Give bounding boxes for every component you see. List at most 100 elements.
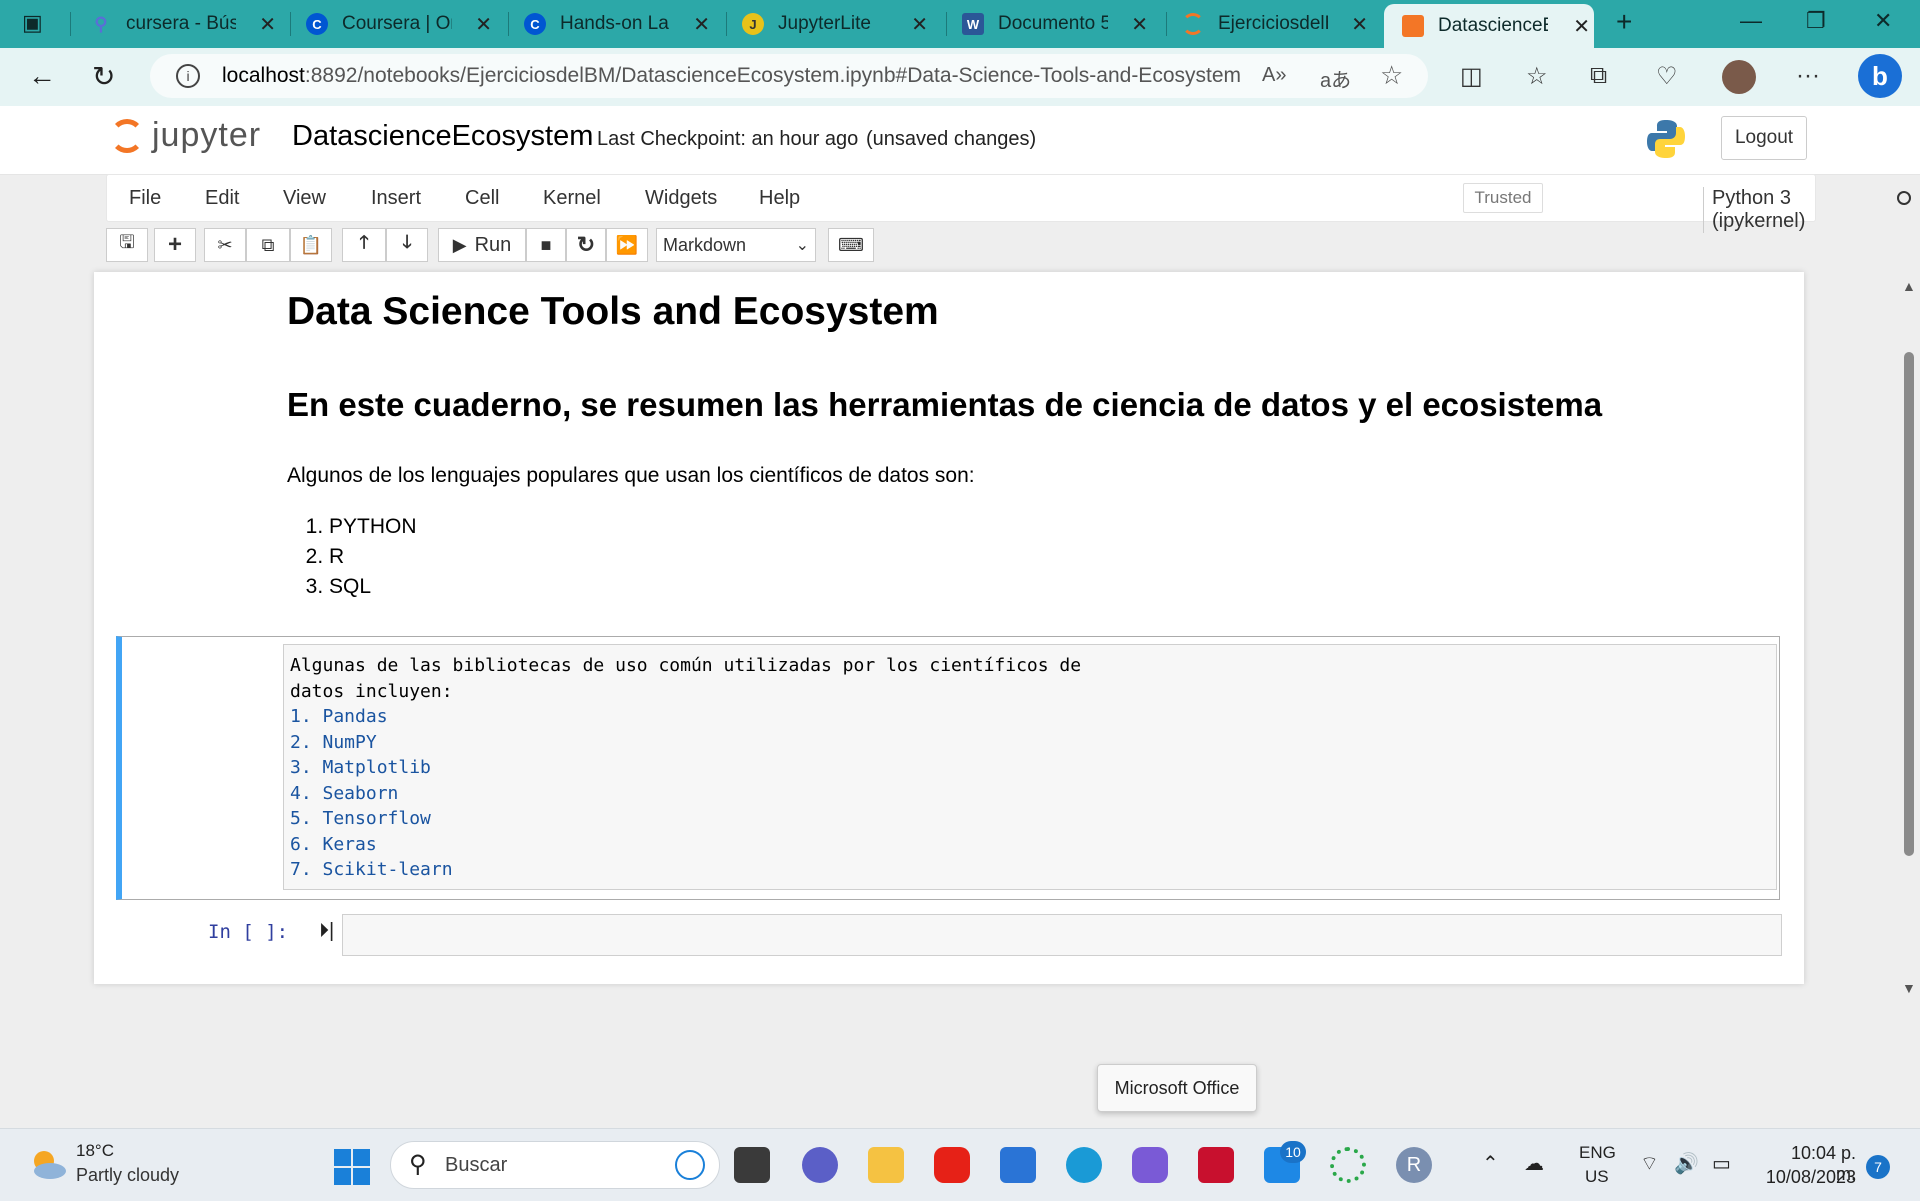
favorite-star-icon[interactable]: ☆ [1380,60,1403,91]
list-item: 5. Tensorflow [290,808,431,829]
weather-condition[interactable]: Partly cloudy [76,1165,179,1186]
task-view-icon[interactable] [734,1147,770,1183]
clock-date[interactable]: 10/08/2023 [1750,1167,1856,1188]
r-app-icon[interactable]: R [1396,1147,1432,1183]
teams-chat-icon[interactable] [802,1147,838,1183]
tab-3[interactable]: J JupyterLite ✕ [742,6,932,42]
jupyter-logo[interactable]: jupyter [110,116,261,155]
move-up-button[interactable]: 🡑 [342,228,386,262]
translate-icon[interactable]: aあ [1320,64,1351,93]
tab-2[interactable]: C Hands-on Lab: ✕ [524,6,714,42]
restore-icon[interactable]: ❐ [1806,8,1826,34]
markdown-editor[interactable]: Algunas de las bibliotecas de uso común … [283,644,1777,890]
heading-2: En este cuaderno, se resumen las herrami… [287,386,1603,423]
menu-file[interactable]: File [129,187,161,210]
notebook-name[interactable]: DatascienceEcosystem [292,120,593,153]
collections-icon[interactable]: ⧉ [1590,62,1607,90]
taskbar: 18°C Partly cloudy ⚲ Buscar 10 R ⌃ ☁ ENG… [0,1128,1920,1201]
tab-actions-icon[interactable]: ▣ [22,10,43,36]
temperature[interactable]: 18°C [76,1141,114,1161]
taskbar-search[interactable]: ⚲ Buscar [390,1141,720,1189]
paste-button[interactable]: 📋 [290,228,332,262]
menu-insert[interactable]: Insert [371,187,421,210]
close-tab-icon[interactable]: ✕ [1131,12,1148,37]
url-field[interactable]: i localhost:8892/notebooks/Ejerciciosdel… [150,54,1428,98]
arrow-down-icon: 🡓 [402,232,412,252]
microsoft-365-icon[interactable] [1132,1147,1168,1183]
close-tab-icon[interactable]: ✕ [259,12,276,37]
copy-button[interactable]: ⧉ [246,228,290,262]
close-tab-icon[interactable]: ✕ [1351,12,1368,37]
microsoft-store-icon[interactable] [1000,1147,1036,1183]
interrupt-button[interactable]: ■ [526,228,566,262]
show-hidden-icons-icon[interactable]: ⌃ [1482,1151,1499,1176]
command-palette-button[interactable]: ⌨ [828,228,874,262]
menu-edit[interactable]: Edit [205,187,239,210]
refresh-icon[interactable]: ↻ [92,60,115,93]
mcafee-icon[interactable] [1198,1147,1234,1183]
plus-icon: + [167,231,182,258]
restart-run-all-button[interactable]: ⏩ [606,228,648,262]
run-button[interactable]: ▶ Run [438,228,526,262]
wifi-icon[interactable]: ⌔ [1640,1151,1659,1176]
scrollbar-thumb[interactable] [1904,352,1914,856]
new-tab-icon[interactable]: + [1616,6,1632,38]
page-scrollbar[interactable]: ▲ ▼ [1898,276,1920,1002]
youtube-icon[interactable] [934,1147,970,1183]
menu-kernel[interactable]: Kernel [543,187,601,210]
close-tab-icon[interactable]: ✕ [475,12,492,37]
search-icon: ⚲ [409,1151,427,1178]
languages-intro: Algunos de los lenguajes populares que u… [287,464,975,487]
tab-0[interactable]: ⚲ cursera - Búsqu ✕ [90,6,280,42]
edge-icon[interactable] [1066,1147,1102,1183]
bing-copilot-icon[interactable]: b [1858,54,1902,98]
battery-icon[interactable]: ▭ [1712,1151,1731,1176]
notifications-badge[interactable]: 7 [1866,1155,1890,1179]
menu-help[interactable]: Help [759,187,800,210]
cell-type-select[interactable]: Markdown ⌄ [656,228,816,262]
save-icon: 🖫 [119,232,135,252]
close-tab-icon[interactable]: ✕ [911,12,928,37]
more-options-icon[interactable]: ··· [1796,62,1820,90]
selected-markdown-cell[interactable]: Algunas de las bibliotecas de uso común … [116,636,1780,900]
split-screen-icon[interactable]: ◫ [1460,62,1483,91]
close-window-icon[interactable]: ✕ [1874,8,1892,34]
site-info-icon[interactable]: i [176,64,200,88]
insert-cell-button[interactable]: + [154,228,196,262]
logout-button[interactable]: Logout [1721,116,1807,160]
save-button[interactable]: 🖫 [106,228,148,262]
read-aloud-icon[interactable]: A» [1262,64,1286,87]
move-down-button[interactable]: 🡓 [386,228,428,262]
scissors-icon: ✂ [217,234,233,255]
scroll-up-icon[interactable]: ▲ [1902,278,1916,294]
volume-icon[interactable]: 🔊 [1674,1151,1699,1176]
chevron-down-icon: ⌄ [795,237,809,254]
back-icon[interactable]: ← [28,60,56,92]
menu-view[interactable]: View [283,187,326,210]
kernel-name[interactable]: Python 3 (ipykernel) [1703,187,1815,233]
loading-app-icon[interactable] [1330,1147,1366,1183]
restart-button[interactable]: ↻ [566,228,606,262]
onedrive-icon[interactable]: ☁ [1524,1151,1544,1176]
trusted-indicator[interactable]: Trusted [1463,183,1543,213]
favorites-icon[interactable]: ☆ [1526,62,1548,91]
code-input[interactable] [342,914,1782,956]
language-indicator[interactable]: ENG [1579,1143,1616,1163]
profile-avatar[interactable] [1722,60,1756,94]
menu-widgets[interactable]: Widgets [645,187,717,210]
cut-button[interactable]: ✂ [204,228,246,262]
tab-5[interactable]: EjerciciosdelBM ✕ [1182,6,1372,42]
menu-cell[interactable]: Cell [465,187,499,210]
tab-6-active[interactable]: DatascienceEco ✕ [1384,4,1594,48]
tab-1[interactable]: C Coursera | Onli ✕ [306,6,496,42]
start-button[interactable] [334,1149,370,1185]
close-tab-icon[interactable]: ✕ [1573,14,1590,39]
close-tab-icon[interactable]: ✕ [693,12,710,37]
tab-4[interactable]: W Documento 5.d ✕ [962,6,1152,42]
browser-essentials-icon[interactable]: ♡ [1656,62,1678,91]
file-explorer-icon[interactable] [868,1147,904,1183]
minimize-icon[interactable]: — [1740,8,1762,34]
run-cell-icon[interactable]: ⏵| [319,920,334,943]
scroll-down-icon[interactable]: ▼ [1902,980,1916,996]
menubar: File Edit View Insert Cell Kernel Widget… [106,174,1911,233]
